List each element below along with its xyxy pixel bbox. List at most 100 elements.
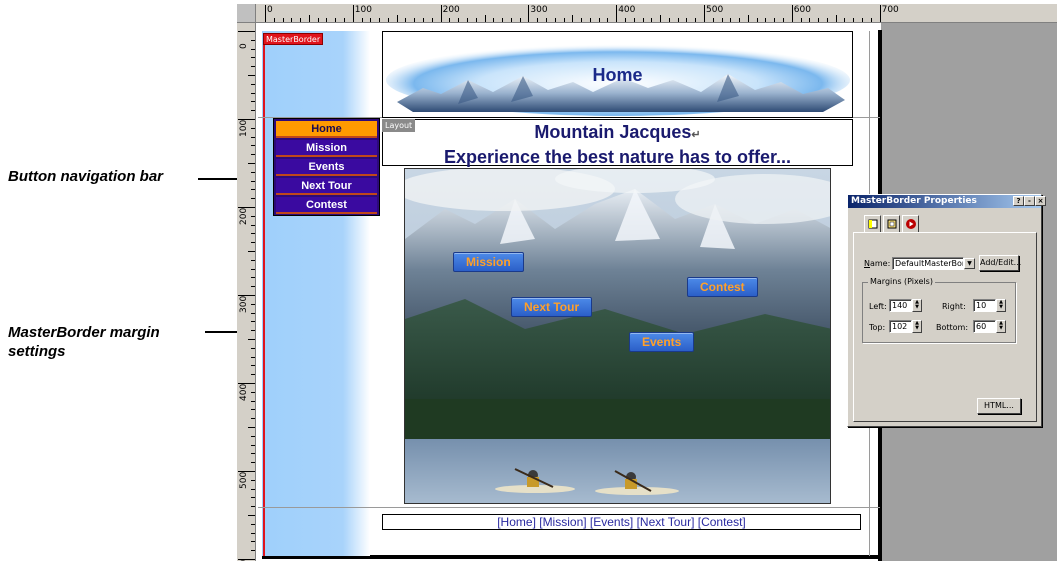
ruler-tick [695, 18, 697, 22]
ruler-tick [248, 75, 255, 76]
ruler-tick [251, 198, 255, 200]
left-margin-spinner[interactable]: ▲ ▼ [912, 299, 922, 312]
add-edit-button[interactable]: Add/Edit... [979, 255, 1021, 271]
masterborder-guide-line[interactable] [263, 44, 265, 556]
ruler-label: 400 [239, 383, 249, 401]
bottom-margin-input[interactable]: 60 [973, 320, 996, 333]
nav-button-mission[interactable]: Mission [276, 140, 377, 157]
ruler-tick [581, 18, 583, 22]
ruler-tick [423, 18, 425, 22]
photo-button-next-tour[interactable]: Next Tour [511, 297, 593, 317]
ruler-tick [251, 444, 255, 446]
ruler-tick [826, 18, 828, 22]
photo-button-mission[interactable]: Mission [453, 252, 524, 272]
chevron-down-icon[interactable]: ▼ [964, 258, 975, 269]
ruler-tick [765, 18, 767, 22]
ruler-tick [361, 18, 363, 22]
ruler-tick [668, 18, 670, 22]
ruler-tick [248, 163, 255, 164]
ruler-tick [528, 5, 530, 22]
ruler-label: 100 [239, 119, 249, 137]
left-margin-input[interactable]: 140 [889, 299, 912, 312]
layout-tag[interactable]: Layout [382, 119, 416, 132]
ruler-tick [251, 189, 255, 191]
ruler-tick [783, 18, 785, 22]
masterborder-left-region[interactable] [262, 31, 370, 556]
tab-action-icon[interactable] [902, 215, 919, 232]
ruler-label: 200 [442, 5, 460, 15]
ruler-tick [251, 83, 255, 85]
ruler-tick [251, 506, 255, 508]
nav-button-next-tour[interactable]: Next Tour [276, 178, 377, 195]
ruler-tick [248, 251, 255, 252]
ruler-tick [449, 18, 451, 22]
ruler-tick [251, 277, 255, 279]
ruler-tick [879, 5, 881, 22]
ruler-tick [458, 18, 460, 22]
ruler-tick [251, 356, 255, 358]
ruler-tick [317, 18, 319, 22]
help-button[interactable]: ? [1013, 196, 1024, 206]
nav-button-home[interactable]: Home [276, 121, 377, 138]
ruler-tick [251, 101, 255, 103]
ruler-tick [862, 18, 864, 22]
top-margin-input[interactable]: 102 [889, 320, 912, 333]
ruler-tick [651, 18, 653, 22]
tab-border-icon[interactable] [864, 215, 881, 232]
page-heading[interactable]: Mountain Jacques↵ Experience the best na… [382, 119, 853, 167]
ruler-tick [251, 347, 255, 349]
ruler-tick [554, 18, 556, 22]
home-banner[interactable]: Home [382, 31, 853, 118]
minimize-button[interactable]: - [1024, 196, 1035, 206]
name-select[interactable]: DefaultMasterBor [892, 257, 964, 270]
ruler-tick [502, 18, 504, 22]
ruler-tick [251, 391, 255, 393]
nav-button-events[interactable]: Events [276, 159, 377, 176]
heading-tagline: Experience the best nature has to offer.… [443, 147, 792, 167]
ruler-tick [251, 453, 255, 455]
nav-button-contest[interactable]: Contest [276, 197, 377, 214]
ruler-tick [475, 18, 477, 22]
photo-button-contest[interactable]: Contest [687, 277, 758, 297]
callout-margin-line1: MasterBorder margin [8, 324, 160, 341]
ruler-tick [774, 18, 776, 22]
ruler-tick [251, 321, 255, 323]
ruler-tick [352, 5, 354, 22]
ruler-tick [440, 5, 442, 22]
ruler-tick [405, 18, 407, 22]
ruler-tick [282, 18, 284, 22]
ruler-tick [251, 48, 255, 50]
horizontal-ruler[interactable]: 0 100 200 300 400 500 600 700 [237, 4, 1057, 23]
ruler-tick [370, 18, 372, 22]
ruler-tick [739, 18, 741, 22]
ruler-tick [633, 18, 635, 22]
ruler-tick [589, 18, 591, 22]
tab-layout-icon[interactable] [883, 215, 900, 232]
ruler-tick [431, 18, 433, 22]
ruler-tick [730, 18, 732, 22]
ruler-tick [251, 541, 255, 543]
right-margin-input[interactable]: 10 [973, 299, 996, 312]
return-icon: ↵ [691, 129, 701, 141]
footer-nav-links[interactable]: [Home] [Mission] [Events] [Next Tour] [C… [382, 514, 861, 530]
ruler-tick [466, 18, 468, 22]
landscape-photo[interactable]: Mission Next Tour Contest Events [404, 168, 831, 504]
ruler-tick [251, 435, 255, 437]
panel-titlebar[interactable]: MasterBorder Properties ? - × [848, 195, 1046, 208]
ruler-tick [251, 312, 255, 314]
bottom-margin-spinner[interactable]: ▲ ▼ [996, 320, 1006, 333]
ruler-tick [251, 532, 255, 534]
ruler-tick [563, 18, 565, 22]
close-button[interactable]: × [1035, 196, 1046, 206]
masterborder-label[interactable]: MasterBorder [263, 33, 324, 45]
vertical-ruler[interactable]: 0100200300400500600 [237, 23, 256, 561]
ruler-tick [642, 18, 644, 22]
photo-button-events[interactable]: Events [629, 332, 695, 352]
ruler-tick [248, 339, 255, 340]
top-margin-spinner[interactable]: ▲ ▼ [912, 320, 922, 333]
html-button[interactable]: HTML... [977, 398, 1021, 414]
ruler-tick [251, 523, 255, 525]
right-margin-spinner[interactable]: ▲ ▼ [996, 299, 1006, 312]
ruler-tick [704, 5, 705, 22]
ruler-tick [844, 18, 846, 22]
